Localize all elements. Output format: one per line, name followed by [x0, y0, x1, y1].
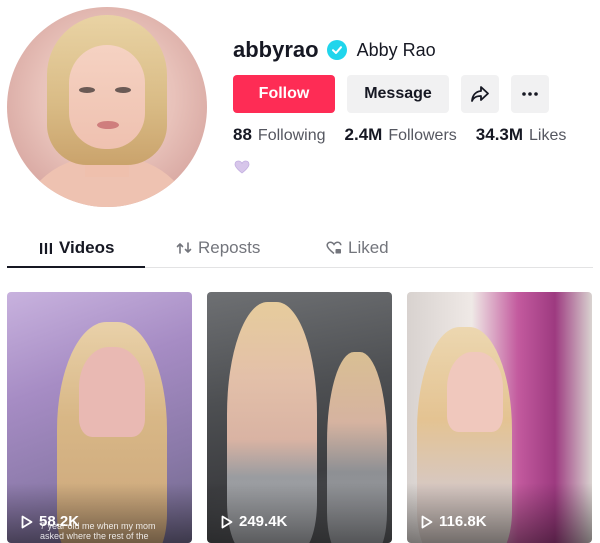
username: abbyrao [233, 37, 319, 62]
video-card[interactable]: 58.2K 7 year old me when my mom asked wh… [7, 292, 192, 543]
video-card[interactable]: 249.4K [207, 292, 392, 543]
action-buttons: Follow Message [233, 75, 549, 113]
video-thumbnail-face [79, 347, 145, 437]
nickname: Abby Rao [356, 39, 436, 60]
tab-liked-label: Liked [348, 238, 389, 257]
name-row: abbyrao Abby Rao [233, 37, 436, 63]
heart-lock-icon [326, 241, 342, 255]
tab-reposts-label: Reposts [198, 238, 261, 257]
likes-label: Likes [529, 127, 567, 144]
share-button[interactable] [461, 75, 499, 113]
avatar-eye [115, 87, 131, 93]
play-icon [221, 515, 233, 529]
more-options-button[interactable] [511, 75, 549, 113]
followers-label[interactable]: Followers [388, 127, 456, 145]
repost-icon [176, 241, 192, 255]
message-button[interactable]: Message [347, 75, 449, 113]
following-label[interactable]: Following [258, 127, 326, 145]
video-views: 249.4K [221, 513, 287, 530]
more-dots-icon [521, 92, 539, 96]
video-views: 116.8K [421, 513, 487, 530]
profile-tabs: Videos Reposts Liked [7, 232, 593, 268]
avatar-eye [79, 87, 95, 93]
tab-videos[interactable]: Videos [39, 238, 114, 258]
video-caption: 7 year old me when my mom asked where th… [40, 521, 156, 541]
likes-count: 34.3M [475, 125, 524, 144]
share-arrow-icon [470, 85, 490, 103]
profile-avatar[interactable] [7, 7, 207, 207]
follow-button[interactable]: Follow [233, 75, 335, 113]
active-tab-indicator [7, 266, 145, 268]
video-view-count: 249.4K [239, 513, 288, 530]
tab-videos-label: Videos [59, 238, 115, 257]
verified-badge-icon [326, 40, 347, 60]
avatar-lips [97, 121, 119, 129]
grid-icon [39, 242, 53, 255]
play-icon [21, 515, 33, 529]
tab-reposts[interactable]: Reposts [176, 238, 260, 258]
followers-count[interactable]: 2.4M [345, 125, 383, 145]
video-card[interactable]: 116.8K [407, 292, 592, 543]
bio-purple-heart-icon [234, 160, 250, 179]
video-view-count: 116.8K [439, 513, 487, 530]
video-grid: 58.2K 7 year old me when my mom asked wh… [7, 292, 593, 543]
following-count[interactable]: 88 [233, 125, 252, 145]
play-icon [421, 515, 433, 529]
video-thumbnail-face [447, 352, 503, 432]
tab-liked[interactable]: Liked [326, 238, 389, 258]
stats-row: 88 Following 2.4M Followers 34.3M Likes [233, 125, 566, 145]
avatar-face [69, 45, 145, 149]
